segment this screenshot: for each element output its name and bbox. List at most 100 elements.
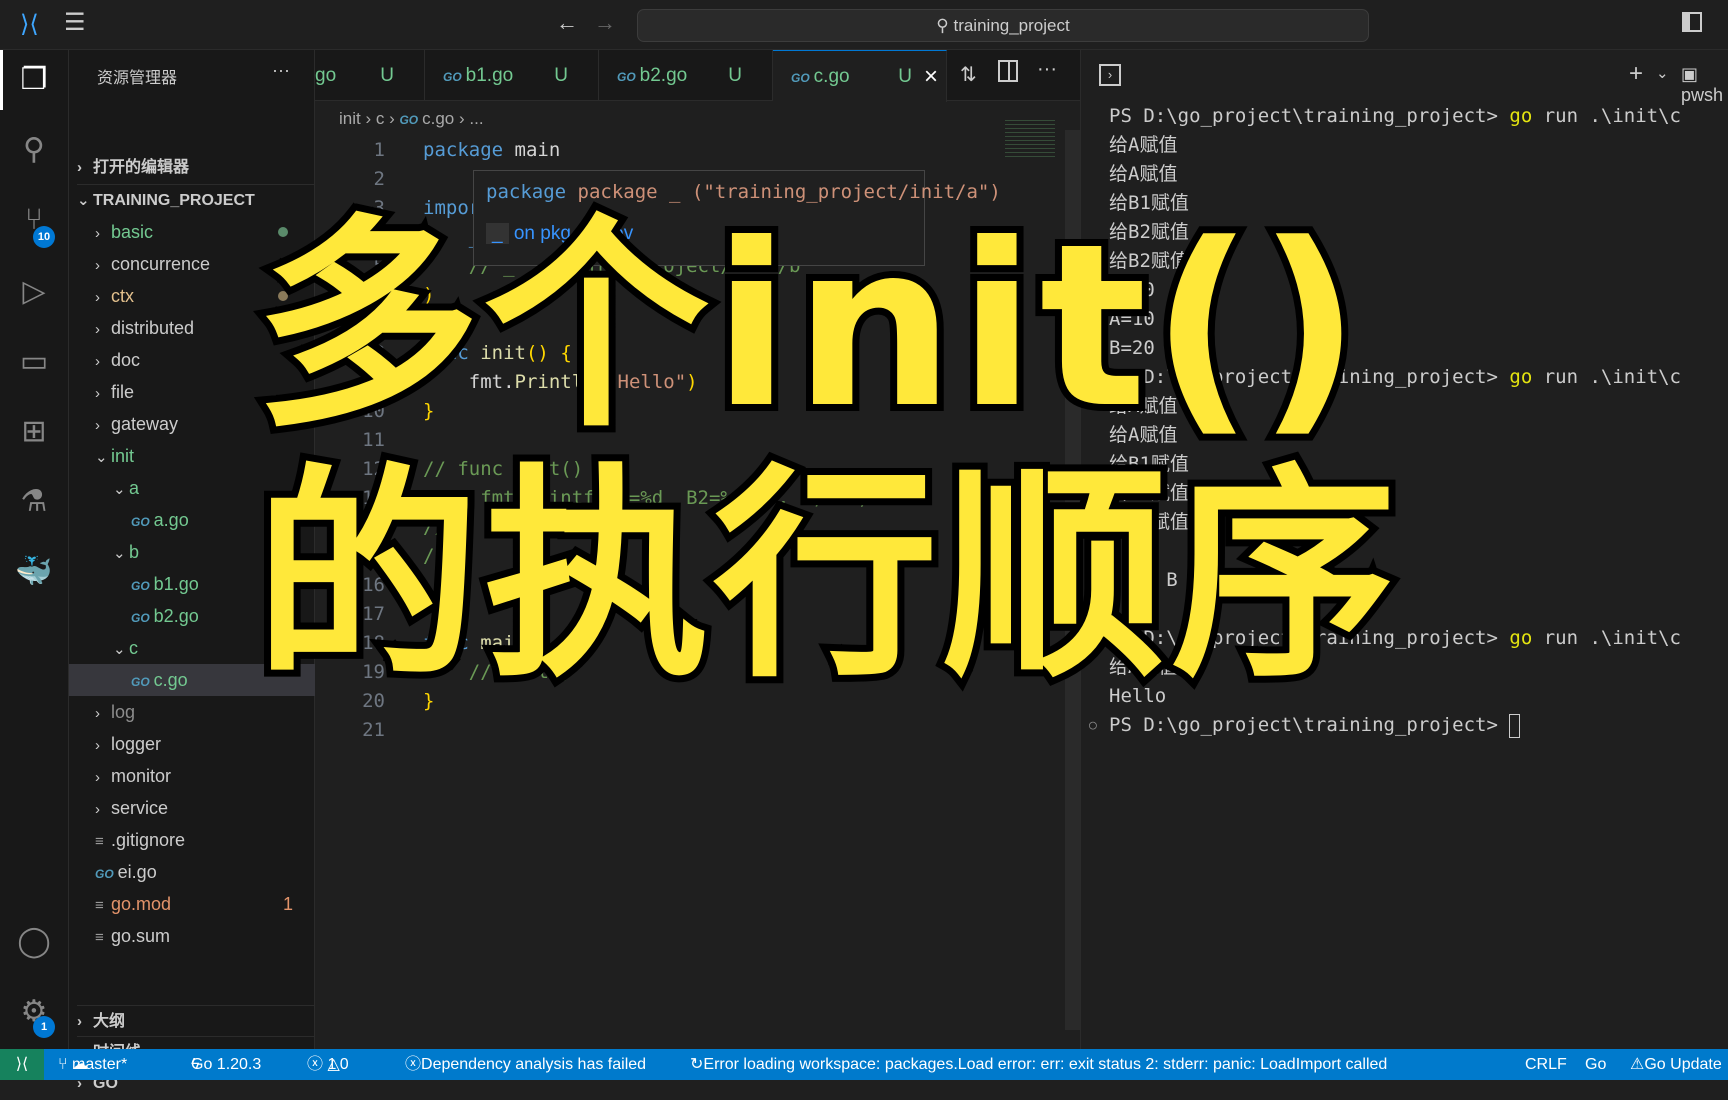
tab-a-go[interactable]: go U	[297, 50, 425, 101]
tree-item-go-sum[interactable]: ≡ go.sum	[69, 920, 315, 952]
language-indicator[interactable]: Go	[1585, 1049, 1606, 1080]
error-count: 1	[327, 1056, 337, 1073]
editor-scrollbar[interactable]	[1065, 130, 1080, 1030]
tab-status: U	[554, 65, 568, 86]
tree-item-label: b2.go	[153, 606, 199, 626]
line-number: 2	[373, 168, 385, 190]
status-bar: ⟩⟨ ⑂ master* ☁ Go 1.20.3 ϟ ⓧ 1 △ 0 ⓧ Dep…	[0, 1049, 1728, 1080]
tab-b2-go[interactable]: GO b2.go U	[599, 50, 773, 101]
breadcrumb-item[interactable]: init	[339, 109, 361, 128]
tree-item-distributed[interactable]: › distributed	[69, 312, 315, 344]
tree-item-file[interactable]: › file	[69, 376, 315, 408]
tab-b1-go[interactable]: GO b1.go U	[425, 50, 599, 101]
close-tab-icon[interactable]: ×	[924, 51, 938, 102]
tree-item-b1-go[interactable]: GO b1.go	[69, 568, 315, 600]
minimap[interactable]	[1005, 120, 1055, 160]
compare-changes-icon[interactable]: ⇅	[960, 62, 977, 87]
tree-item-log[interactable]: › log	[69, 696, 315, 728]
line-number: 5	[373, 255, 385, 277]
toggle-sidebar-icon[interactable]	[1682, 12, 1702, 32]
terminal-line: 给B1赋值	[1109, 189, 1189, 218]
split-editor-icon[interactable]	[998, 60, 1018, 82]
pkg-link-text[interactable]: on pkg.go.dev	[514, 223, 633, 244]
chevron-down-icon: ⌄	[77, 192, 90, 209]
chevron-down-icon[interactable]: ⌄	[1656, 64, 1669, 82]
tree-item-c-go[interactable]: GO c.go	[69, 664, 315, 696]
outline-section[interactable]: › 大纲	[77, 1005, 323, 1037]
go-version[interactable]: Go 1.20.3 ϟ	[191, 1049, 261, 1080]
terminal-line: 给A赋值	[1109, 160, 1177, 189]
tree-item-a-go[interactable]: GO a.go	[69, 504, 315, 536]
tree-item-concurrence[interactable]: › concurrence	[69, 248, 315, 280]
chevron-right-icon: ›	[95, 353, 100, 370]
line-number: 14	[362, 516, 385, 538]
breadcrumb-item[interactable]: c	[376, 109, 385, 128]
tree-item-a[interactable]: ⌄ a	[69, 472, 315, 504]
tree-item-init[interactable]: ⌄ init	[69, 440, 315, 472]
tree-item-gateway[interactable]: › gateway	[69, 408, 315, 440]
tab-label: c.go	[813, 66, 850, 87]
run-debug-icon[interactable]: ▷	[14, 272, 54, 312]
terminal-output[interactable]: PS D:\go_project\training_project> go ru…	[1081, 102, 1728, 802]
command-args: run .\init\c	[1532, 105, 1681, 127]
tree-item-doc[interactable]: › doc	[69, 344, 315, 376]
line-number: 12	[362, 458, 385, 480]
chevron-right-icon: ›	[95, 289, 100, 306]
command-center-search[interactable]: ⚲ training_project	[637, 9, 1369, 42]
open-editors-section[interactable]: › 打开的编辑器	[77, 152, 323, 184]
more-actions-icon[interactable]: ···	[1037, 58, 1057, 81]
terminal-text: PS D:\go_project\training_project>	[1109, 714, 1510, 736]
breadcrumb-item[interactable]: c.go	[422, 109, 454, 128]
go-update[interactable]: ⚠ Go Update	[1630, 1049, 1722, 1080]
pkg-go-dev-link[interactable]: _ on pkg.go.dev	[486, 223, 633, 245]
tree-item-basic[interactable]: › basic	[69, 216, 315, 248]
branch-indicator[interactable]: ⑂ master* ☁	[58, 1049, 127, 1080]
go-file-icon: GO	[131, 675, 150, 689]
tree-item-b2-go[interactable]: GO b2.go	[69, 600, 315, 632]
tree-item-ctx[interactable]: › ctx	[69, 280, 315, 312]
eol-indicator[interactable]: CRLF	[1525, 1049, 1567, 1080]
tree-item-ei-go[interactable]: GO ei.go	[69, 856, 315, 888]
more-actions-button[interactable]: ···	[272, 60, 290, 81]
dependency-status[interactable]: ⓧ Dependency analysis has failed	[405, 1049, 646, 1080]
go-update-text: Go Update	[1644, 1056, 1722, 1073]
account-icon[interactable]: ◯	[14, 922, 54, 962]
new-terminal-icon[interactable]: +	[1629, 60, 1643, 88]
shell-tab[interactable]: ▣ pwsh	[1681, 64, 1728, 106]
menu-icon[interactable]: ☰	[64, 8, 86, 37]
back-arrow-icon[interactable]: ←	[556, 10, 578, 36]
tree-item-label: .gitignore	[111, 830, 186, 850]
chevron-down-icon: ⌄	[113, 545, 126, 562]
terminal-text: 给A赋值	[1109, 134, 1178, 156]
explorer-icon[interactable]: ❐	[14, 60, 54, 100]
search-icon[interactable]: ⚲	[14, 130, 54, 170]
tree-item-c[interactable]: ⌄ c	[69, 632, 315, 664]
extensions-icon[interactable]: ⊞	[14, 412, 54, 452]
terminal-text: B=20	[1109, 337, 1155, 359]
settings-badge: 1	[33, 1016, 55, 1038]
workspace-status[interactable]: ↻ Error loading workspace: packages.Load…	[690, 1049, 1387, 1080]
breadcrumb-item[interactable]: ...	[469, 109, 483, 128]
docker-icon[interactable]: 🐳	[14, 552, 54, 592]
terminal-line: 给B1赋值	[1109, 450, 1189, 479]
tree-item-b[interactable]: ⌄ b	[69, 536, 315, 568]
tree-item-service[interactable]: › service	[69, 792, 315, 824]
tab-label: b1.go	[465, 65, 514, 86]
terminal-line: 给A赋值	[1109, 653, 1177, 682]
tree-item-monitor[interactable]: › monitor	[69, 760, 315, 792]
tree-item-go-mod[interactable]: ≡ go.mod 1	[69, 888, 315, 920]
code-line: fmt.Println("Hello")	[468, 371, 698, 393]
tree-item--gitignore[interactable]: ≡ .gitignore	[69, 824, 315, 856]
dependency-text: Dependency analysis has failed	[421, 1056, 647, 1073]
remote-indicator-icon[interactable]: ⟩⟨	[0, 1049, 44, 1080]
command-name: go	[1509, 105, 1533, 127]
remote-explorer-icon[interactable]: ▭	[14, 342, 54, 382]
testing-icon[interactable]: ⚗	[14, 482, 54, 522]
go-file-icon: GO	[95, 867, 114, 881]
forward-arrow-icon[interactable]: →	[594, 10, 616, 36]
tab-c-go[interactable]: GO c.go U ×	[773, 50, 947, 102]
tree-item-logger[interactable]: › logger	[69, 728, 315, 760]
terminal-icon[interactable]: ›	[1099, 64, 1121, 86]
project-section[interactable]: ⌄ TRAINING_PROJECT	[77, 184, 323, 216]
problems-indicator[interactable]: ⓧ 1 △ 0	[307, 1049, 349, 1080]
